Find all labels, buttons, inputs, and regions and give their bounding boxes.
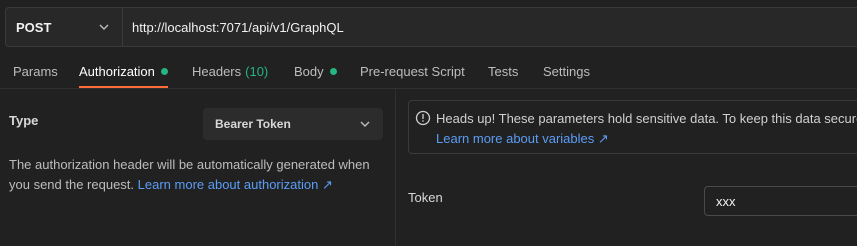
- tab-label: Tests: [488, 63, 519, 79]
- tab-label: Authorization: [79, 63, 155, 79]
- panel-divider: [395, 89, 396, 246]
- auth-type-label: Type: [9, 113, 39, 128]
- auth-type-panel: Type Bearer Token The authorization head…: [0, 89, 395, 246]
- tab-label: Settings: [543, 63, 590, 79]
- method-label: POST: [16, 19, 52, 35]
- tab-authorization[interactable]: Authorization: [79, 56, 168, 88]
- tab-headers[interactable]: Headers (10): [192, 56, 268, 86]
- chevron-down-icon: [99, 24, 109, 30]
- tab-label: Headers: [192, 63, 242, 79]
- tab-label: Pre-request Script: [360, 63, 465, 79]
- info-icon: [415, 110, 431, 126]
- token-label: Token: [408, 190, 443, 205]
- learn-more-variables-link[interactable]: Learn more about variables ↗: [436, 131, 609, 147]
- method-select[interactable]: POST: [5, 7, 122, 47]
- tab-body[interactable]: Body: [294, 56, 337, 86]
- sensitive-data-notice: Heads up! These parameters hold sensitiv…: [408, 100, 857, 154]
- tab-params[interactable]: Params: [13, 56, 58, 86]
- notice-text: Heads up! These parameters hold sensitiv…: [436, 111, 857, 126]
- token-input[interactable]: [704, 186, 857, 216]
- chevron-down-icon: [360, 121, 370, 127]
- auth-description: The authorization header will be automat…: [9, 155, 384, 195]
- auth-type-select[interactable]: Bearer Token: [203, 108, 383, 140]
- tab-label: Params: [13, 63, 58, 79]
- tab-tests[interactable]: Tests: [488, 56, 518, 86]
- tab-pre-request-script[interactable]: Pre-request Script: [360, 56, 465, 86]
- learn-more-authorization-link[interactable]: Learn more about authorization ↗: [138, 177, 333, 192]
- tab-settings[interactable]: Settings: [543, 56, 590, 86]
- url-input[interactable]: http://localhost:7071/api/v1/GraphQL: [122, 7, 857, 47]
- request-tabs: Params Authorization Headers (10) Body P…: [0, 56, 857, 88]
- request-editor: POST http://localhost:7071/api/v1/GraphQ…: [0, 0, 857, 246]
- green-dot-icon: [329, 67, 337, 75]
- tab-label: Body: [294, 63, 324, 79]
- url-text: http://localhost:7071/api/v1/GraphQL: [132, 19, 344, 35]
- headers-count: (10): [245, 63, 269, 79]
- green-dot-icon: [160, 67, 168, 75]
- url-bar: POST http://localhost:7071/api/v1/GraphQ…: [5, 7, 857, 47]
- auth-type-value: Bearer Token: [215, 117, 291, 131]
